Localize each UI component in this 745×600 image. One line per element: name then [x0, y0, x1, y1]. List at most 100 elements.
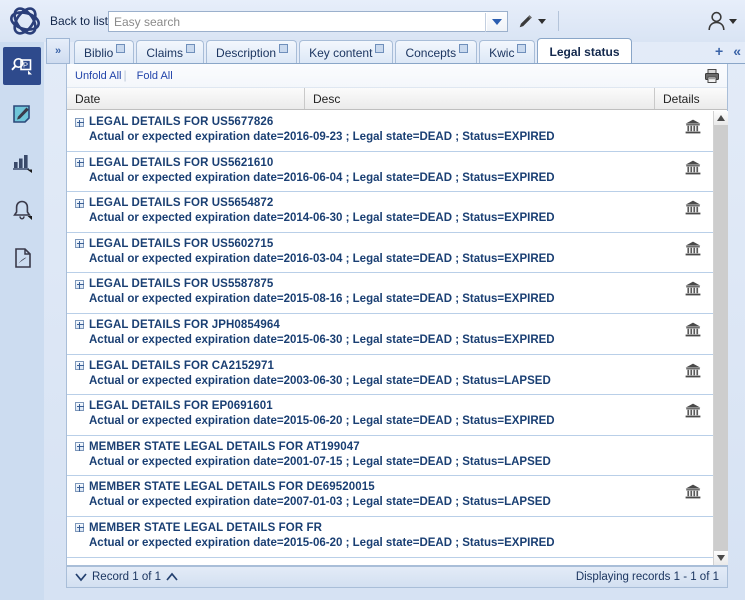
table-row[interactable]: LEGAL DETAILS FOR US5621610 Actual or exp…: [67, 152, 713, 193]
table-row[interactable]: LEGAL DETAILS FOR US5677826 Actual or exp…: [67, 111, 713, 152]
table-row[interactable]: LEGAL DETAILS FOR JPH0854964 Actual or ex…: [67, 314, 713, 355]
popout-icon[interactable]: [116, 44, 126, 53]
caret-down-icon: [538, 19, 546, 24]
scroll-down-button[interactable]: [714, 551, 728, 565]
sidebar-item-pdf[interactable]: [3, 239, 41, 277]
tab-list: Biblio Claims Description Key content Concep…: [74, 36, 634, 64]
print-button[interactable]: [703, 67, 721, 85]
bank-icon[interactable]: [685, 363, 701, 378]
search-input[interactable]: [109, 12, 507, 31]
row-description: Actual or expected expiration date=2015-…: [89, 536, 555, 549]
vertical-scrollbar[interactable]: [713, 111, 728, 565]
row-title-line: LEGAL DETAILS FOR US5677826: [75, 116, 713, 128]
tab-kwic[interactable]: Kwic: [479, 40, 536, 64]
row-title[interactable]: LEGAL DETAILS FOR US5677826: [89, 116, 273, 128]
table-row[interactable]: MEMBER STATE LEGAL DETAILS FOR AT199047 A…: [67, 436, 713, 477]
bank-icon[interactable]: [685, 160, 701, 175]
back-to-list-link[interactable]: Back to list: [50, 14, 108, 28]
bank-icon[interactable]: [685, 119, 701, 134]
row-title[interactable]: LEGAL DETAILS FOR EP0691601: [89, 400, 273, 412]
row-title-line: MEMBER STATE LEGAL DETAILS FOR AT199047: [75, 441, 713, 453]
unfold-all-link[interactable]: Unfold All: [75, 70, 121, 82]
row-title[interactable]: MEMBER STATE LEGAL DETAILS FOR AT199047: [89, 441, 360, 453]
table-row[interactable]: MEMBER STATE LEGAL DETAILS FOR FR Actual …: [67, 517, 713, 558]
column-header-details[interactable]: Details: [655, 88, 727, 109]
bank-icon[interactable]: [685, 403, 701, 418]
tab-biblio[interactable]: Biblio: [74, 40, 135, 64]
expand-plus-icon[interactable]: [75, 482, 84, 492]
sidebar-item-charts[interactable]: [3, 143, 41, 181]
user-menu-button[interactable]: [707, 9, 737, 33]
row-title[interactable]: LEGAL DETAILS FOR US5602715: [89, 238, 273, 250]
expand-plus-icon[interactable]: [75, 158, 84, 168]
row-title[interactable]: LEGAL DETAILS FOR CA2152971: [89, 360, 274, 372]
row-title[interactable]: LEGAL DETAILS FOR JPH0854964: [89, 319, 280, 331]
table-row[interactable]: LEGAL DETAILS FOR US5587875 Actual or exp…: [67, 273, 713, 314]
chevron-up-icon[interactable]: [166, 572, 178, 582]
table-row[interactable]: LEGAL DETAILS FOR CA2152971 Actual or exp…: [67, 355, 713, 396]
popout-icon[interactable]: [375, 44, 385, 53]
scrollbar-track[interactable]: [714, 125, 728, 551]
row-title[interactable]: LEGAL DETAILS FOR US5654872: [89, 197, 273, 209]
row-title-line: LEGAL DETAILS FOR EP0691601: [75, 400, 713, 412]
bank-icon[interactable]: [685, 281, 701, 296]
table-row[interactable]: LEGAL DETAILS FOR US5654872 Actual or exp…: [67, 192, 713, 233]
bank-icon[interactable]: [685, 484, 701, 499]
search-history-dropdown-button[interactable]: [487, 12, 507, 31]
expand-plus-icon[interactable]: [75, 442, 84, 452]
expand-plus-icon[interactable]: [75, 239, 84, 249]
sidebar-item-edit-note[interactable]: [3, 95, 41, 133]
sidebar-item-search-patent[interactable]: P: [3, 47, 41, 85]
column-header-desc[interactable]: Desc: [305, 88, 655, 109]
tab-label: Biblio: [84, 45, 114, 60]
expand-plus-icon[interactable]: [75, 361, 84, 371]
sidebar-item-alerts[interactable]: [3, 191, 41, 229]
displaying-records-label: Displaying records 1 - 1 of 1: [575, 571, 719, 583]
popout-icon[interactable]: [459, 44, 469, 53]
tab-claims[interactable]: Claims: [136, 40, 205, 64]
row-title[interactable]: MEMBER STATE LEGAL DETAILS FOR FR: [89, 522, 322, 534]
chevron-down-icon: [492, 18, 502, 25]
bank-icon[interactable]: [685, 200, 701, 215]
tab-legal-status[interactable]: Legal status: [537, 38, 632, 64]
bar-chart-icon: [10, 150, 34, 174]
expand-panel-button[interactable]: »: [46, 38, 70, 64]
row-description: Actual or expected expiration date=2015-…: [89, 293, 555, 306]
tab-label: Legal status: [549, 44, 620, 59]
tab-description[interactable]: Description: [206, 40, 298, 64]
tab-label: Kwic: [489, 45, 515, 60]
scroll-up-button[interactable]: [714, 111, 728, 125]
expand-plus-icon[interactable]: [75, 279, 84, 289]
search-box[interactable]: [108, 11, 508, 32]
tab-key-content[interactable]: Key content: [299, 40, 394, 64]
column-header-date[interactable]: Date: [67, 88, 305, 109]
chevron-down-icon[interactable]: [75, 572, 87, 582]
row-title-line: LEGAL DETAILS FOR US5654872: [75, 197, 713, 209]
popout-icon[interactable]: [279, 44, 289, 53]
highlight-pen-button[interactable]: [517, 12, 546, 31]
tab-label: Key content: [309, 45, 373, 60]
bank-icon[interactable]: [685, 322, 701, 337]
row-description: Actual or expected expiration date=2015-…: [89, 333, 555, 346]
expand-plus-icon[interactable]: [75, 523, 84, 533]
collapse-tabs-button[interactable]: «: [733, 43, 741, 59]
table-row[interactable]: MEMBER STATE LEGAL DETAILS FOR DE6952001…: [67, 476, 713, 517]
row-title[interactable]: LEGAL DETAILS FOR US5621610: [89, 157, 273, 169]
row-title[interactable]: MEMBER STATE LEGAL DETAILS FOR DE6952001…: [89, 481, 375, 493]
search-patent-icon: P: [10, 54, 34, 78]
atom-logo-icon: [6, 1, 44, 41]
expand-plus-icon[interactable]: [75, 401, 84, 411]
add-tab-button[interactable]: +: [715, 43, 723, 59]
fold-all-link[interactable]: Fold All: [137, 70, 173, 82]
expand-plus-icon[interactable]: [75, 320, 84, 330]
table-row[interactable]: LEGAL DETAILS FOR EP0691601 Actual or exp…: [67, 395, 713, 436]
table-row[interactable]: LEGAL DETAILS FOR US5602715 Actual or exp…: [67, 233, 713, 274]
tab-concepts[interactable]: Concepts: [395, 40, 478, 64]
row-description: Actual or expected expiration date=2016-…: [89, 252, 555, 265]
bank-icon[interactable]: [685, 241, 701, 256]
row-title[interactable]: LEGAL DETAILS FOR US5587875: [89, 278, 273, 290]
popout-icon[interactable]: [186, 44, 196, 53]
popout-icon[interactable]: [517, 44, 527, 53]
expand-plus-icon[interactable]: [75, 117, 84, 127]
expand-plus-icon[interactable]: [75, 198, 84, 208]
